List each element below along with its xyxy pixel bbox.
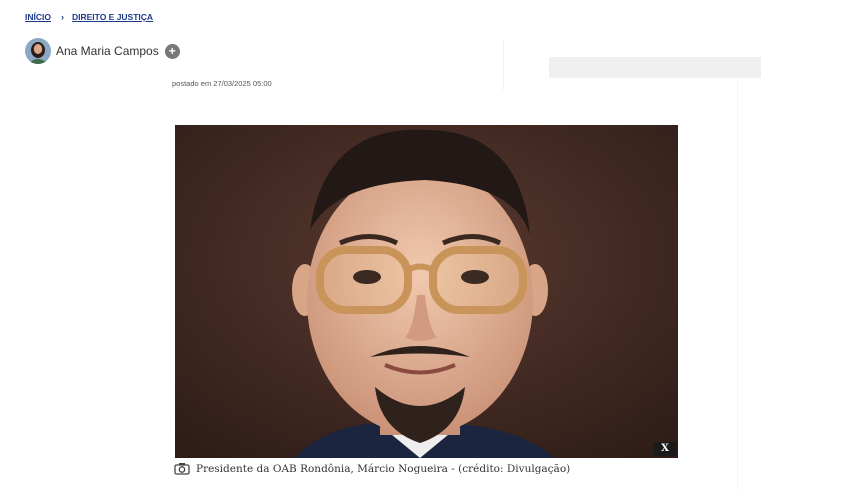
chevron-right-icon: › <box>60 12 64 22</box>
breadcrumb-section-link[interactable]: DIREITO E JUSTIÇA <box>72 12 153 22</box>
breadcrumb-home-link[interactable]: INÍCIO <box>25 12 51 22</box>
column-divider <box>503 40 504 90</box>
author-avatar[interactable] <box>25 38 51 64</box>
column-divider <box>737 80 738 490</box>
author-block: Ana Maria Campos + <box>25 38 180 64</box>
article-photo: X <box>175 125 678 458</box>
ad-placeholder <box>549 57 761 78</box>
photo-caption: Presidente da OAB Rondônia, Márcio Nogue… <box>174 462 570 475</box>
caption-text: Presidente da OAB Rondônia, Márcio Nogue… <box>196 462 571 475</box>
follow-author-button[interactable]: + <box>164 43 180 59</box>
portrait-image <box>175 125 678 458</box>
author-name[interactable]: Ana Maria Campos <box>56 44 159 58</box>
camera-icon <box>174 463 190 475</box>
post-date: postado em 27/03/2025 05:00 <box>172 79 272 88</box>
close-button[interactable]: X <box>654 442 676 456</box>
breadcrumb: INÍCIO › DIREITO E JUSTIÇA <box>25 12 153 22</box>
